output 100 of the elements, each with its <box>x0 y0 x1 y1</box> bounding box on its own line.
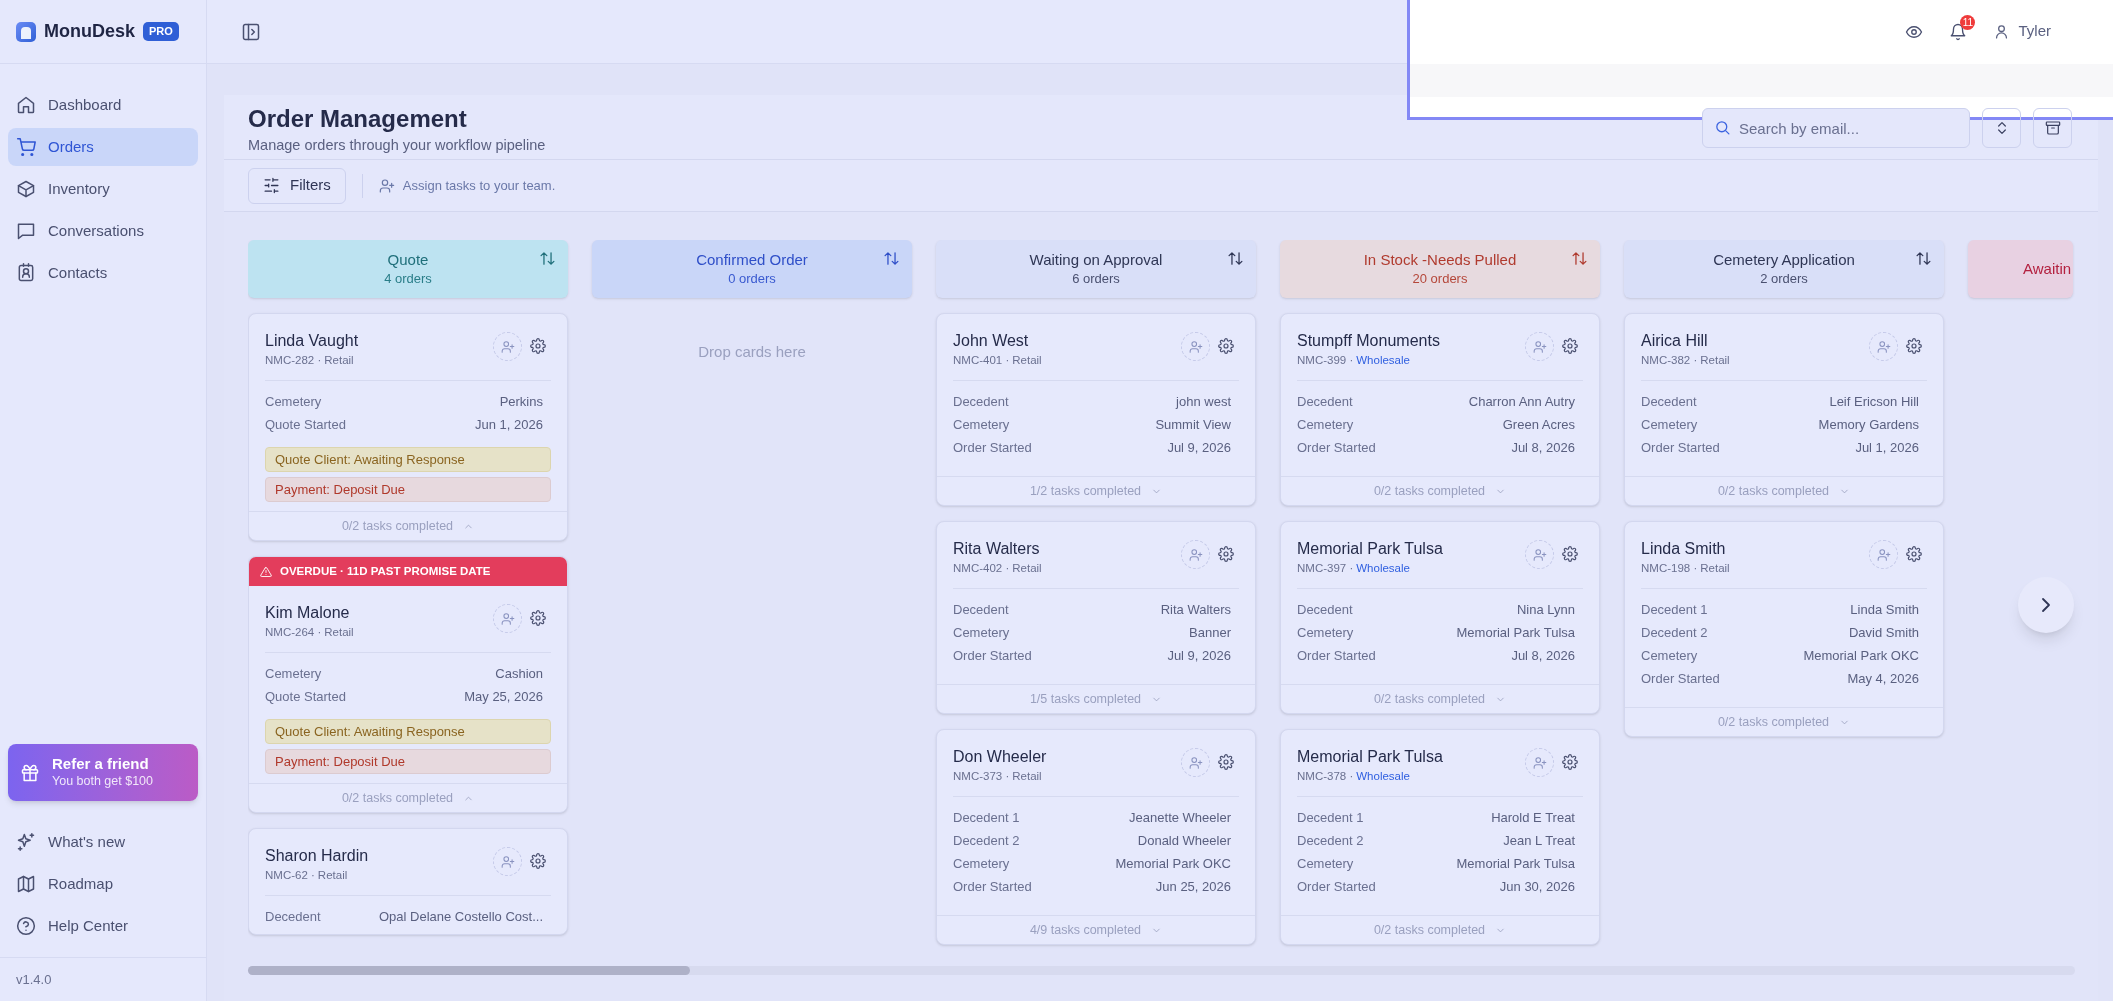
nav-item[interactable]: Inventory <box>8 170 198 208</box>
order-card[interactable]: Stumpff Monuments NMC-399 · Wholesale Decedent Charron Ann Autry Cemetery Green Acres Order Started Jul 8, 2026 0/2 tasks completed <box>1280 313 1600 506</box>
order-card[interactable]: Memorial Park Tulsa NMC-378 · Wholesale Decedent 1 Harold E Treat Decedent 2 Jean L Treat Cemetery Memorial Park Tulsa Order Started Jun 30, 2026 0/2 tasks completed <box>1280 729 1600 945</box>
field-label: Order Started <box>1297 877 1376 896</box>
order-type: Retail <box>324 625 354 640</box>
customer-name: Don Wheeler <box>953 747 1048 767</box>
sidebar-toggle-button[interactable] <box>241 21 261 42</box>
settings-button[interactable] <box>1218 754 1234 770</box>
order-card[interactable]: Rita Walters NMC-402 · Retail Decedent Rita Walters Cemetery Banner Order Started Jul 9, 2026 1/5 tasks completed <box>936 521 1256 714</box>
sort-button[interactable] <box>1915 250 1932 267</box>
nav-item[interactable]: Conversations <box>8 212 198 250</box>
customer-name: Memorial Park Tulsa <box>1297 539 1444 559</box>
order-number: NMC-62 · <box>265 868 315 883</box>
search-icon <box>1714 119 1731 136</box>
settings-button[interactable] <box>1562 546 1578 562</box>
order-card[interactable]: OVERDUE · 11D PAST PROMISE DATE Kim Malone NMC-264 · Retail Cemetery Cashion Quote Started May 25, 2026 Quote Client: Awaiting Response Payment: Deposit Due 0/2 tasks completed <box>248 556 568 813</box>
field-label: Cemetery <box>953 854 1010 873</box>
sort-arrows-icon <box>883 250 900 267</box>
customer-name: Rita Walters <box>953 539 1041 559</box>
order-type: Wholesale <box>1356 353 1410 368</box>
horizontal-scrollbar[interactable] <box>248 966 2075 975</box>
field-value: Jun 30, 2026 <box>1499 877 1575 896</box>
settings-button[interactable] <box>530 610 546 626</box>
order-card[interactable]: Don Wheeler NMC-373 · Retail Decedent 1 Jeanette Wheeler Decedent 2 Donald Wheeler Cemetery Memorial Park OKC Order Started Jun 25, 2026 4/9 tasks completed <box>936 729 1256 945</box>
settings-button[interactable] <box>530 338 546 354</box>
order-card[interactable]: Linda Smith NMC-198 · Retail Decedent 1 Linda Smith Decedent 2 David Smith Cemetery Memorial Park OKC Order Started May 4, 2026 0/2 tasks completed <box>1624 521 1944 737</box>
field-value: Nina Lynn <box>1516 600 1575 619</box>
sort-button[interactable] <box>1571 250 1588 267</box>
sort-button[interactable] <box>1227 250 1244 267</box>
customer-name: Memorial Park Tulsa <box>1297 747 1444 767</box>
order-card[interactable]: Sharon Hardin NMC-62 · Retail Decedent Opal Delane Costello Cost... <box>248 828 568 935</box>
field-value: Memorial Park Tulsa <box>1456 623 1575 642</box>
contact-card-icon <box>16 263 36 283</box>
field-label: Decedent <box>953 600 1009 619</box>
settings-button[interactable] <box>1218 338 1234 354</box>
field-value: Leif Ericson Hill <box>1829 392 1919 411</box>
nav-item[interactable]: Dashboard <box>8 86 198 124</box>
sparkles-icon <box>16 832 36 852</box>
field-label: Cemetery <box>1641 646 1698 665</box>
nav-item[interactable]: Roadmap <box>8 865 198 903</box>
nav-item[interactable]: Orders <box>8 128 198 166</box>
order-number: NMC-401 · <box>953 353 1010 368</box>
settings-button[interactable] <box>1906 338 1922 354</box>
version-label: v1.4.0 <box>16 970 52 989</box>
order-type: Retail <box>1012 769 1042 784</box>
settings-icon <box>1906 546 1922 562</box>
customer-name: Airica Hill <box>1641 331 1709 351</box>
field-label: Order Started <box>1297 438 1376 457</box>
house-icon <box>16 95 36 115</box>
order-number: NMC-402 · <box>953 561 1010 576</box>
settings-icon <box>530 853 546 869</box>
settings-button[interactable] <box>1906 546 1922 562</box>
settings-icon <box>530 610 546 626</box>
column-title: Confirmed Order <box>696 250 808 270</box>
referral-banner[interactable]: Refer a friend You both get $100 <box>8 744 198 801</box>
field-label: Decedent 2 <box>1641 623 1708 642</box>
filters-button[interactable]: Filters <box>248 167 346 204</box>
search-field[interactable]: Search by email... <box>1702 108 1970 148</box>
field-value: Perkins <box>499 392 543 411</box>
user-menu[interactable]: Tyler <box>1993 20 2051 43</box>
field-label: Decedent 2 <box>1297 831 1364 850</box>
sort-button[interactable] <box>539 250 556 267</box>
add-user-icon <box>1876 547 1891 562</box>
overdue-text: OVERDUE · 11D PAST PROMISE DATE <box>280 563 491 579</box>
map-icon <box>16 874 36 894</box>
order-card[interactable]: Airica Hill NMC-382 · Retail Decedent Leif Ericson Hill Cemetery Memory Gardens Order Started Jul 1, 2026 0/2 tasks completed <box>1624 313 1944 506</box>
field-value: Charron Ann Autry <box>1468 392 1575 411</box>
archive-button[interactable] <box>2033 108 2072 148</box>
field-label: Cemetery <box>1297 415 1354 434</box>
field-label: Order Started <box>1297 646 1376 665</box>
order-card[interactable]: Memorial Park Tulsa NMC-397 · Wholesale Decedent Nina Lynn Cemetery Memorial Park Tulsa Order Started Jul 8, 2026 0/2 tasks completed <box>1280 521 1600 714</box>
nav-item[interactable]: Help Center <box>8 907 198 945</box>
order-type: Retail <box>1012 561 1042 576</box>
order-card[interactable]: Linda Vaught NMC-282 · Retail Cemetery Perkins Quote Started Jun 1, 2026 Quote Client: Awaiting Response Payment: Deposit Due 0/2 tasks completed <box>248 313 568 541</box>
field-value: Green Acres <box>1502 415 1575 434</box>
field-value: Jun 25, 2026 <box>1155 877 1231 896</box>
order-number: NMC-373 · <box>953 769 1010 784</box>
warning-icon <box>260 565 272 578</box>
field-value: Memorial Park Tulsa <box>1456 854 1575 873</box>
logo-icon <box>16 21 36 42</box>
order-number: NMC-282 · <box>265 353 322 368</box>
field-label: Cemetery <box>953 623 1010 642</box>
settings-button[interactable] <box>1562 338 1578 354</box>
help-icon <box>16 916 36 936</box>
settings-button[interactable] <box>1218 546 1234 562</box>
nav-item[interactable]: Contacts <box>8 254 198 292</box>
order-type: Wholesale <box>1356 769 1410 784</box>
archive-icon <box>2044 120 2061 136</box>
field-value: Linda Smith <box>1850 600 1919 619</box>
field-value: Jeanette Wheeler <box>1129 808 1231 827</box>
order-number: NMC-382 · <box>1641 353 1698 368</box>
order-type: Retail <box>324 353 354 368</box>
sort-toggle-button[interactable] <box>1982 108 2021 148</box>
nav-item[interactable]: What's new <box>8 823 198 861</box>
order-card[interactable]: John West NMC-401 · Retail Decedent john west Cemetery Summit View Order Started Jul 9, 2026 1/2 tasks completed <box>936 313 1256 506</box>
package-icon <box>16 179 36 199</box>
sort-button[interactable] <box>883 250 900 267</box>
field-value: May 25, 2026 <box>464 687 543 706</box>
settings-button[interactable] <box>1562 754 1578 770</box>
settings-button[interactable] <box>530 853 546 869</box>
